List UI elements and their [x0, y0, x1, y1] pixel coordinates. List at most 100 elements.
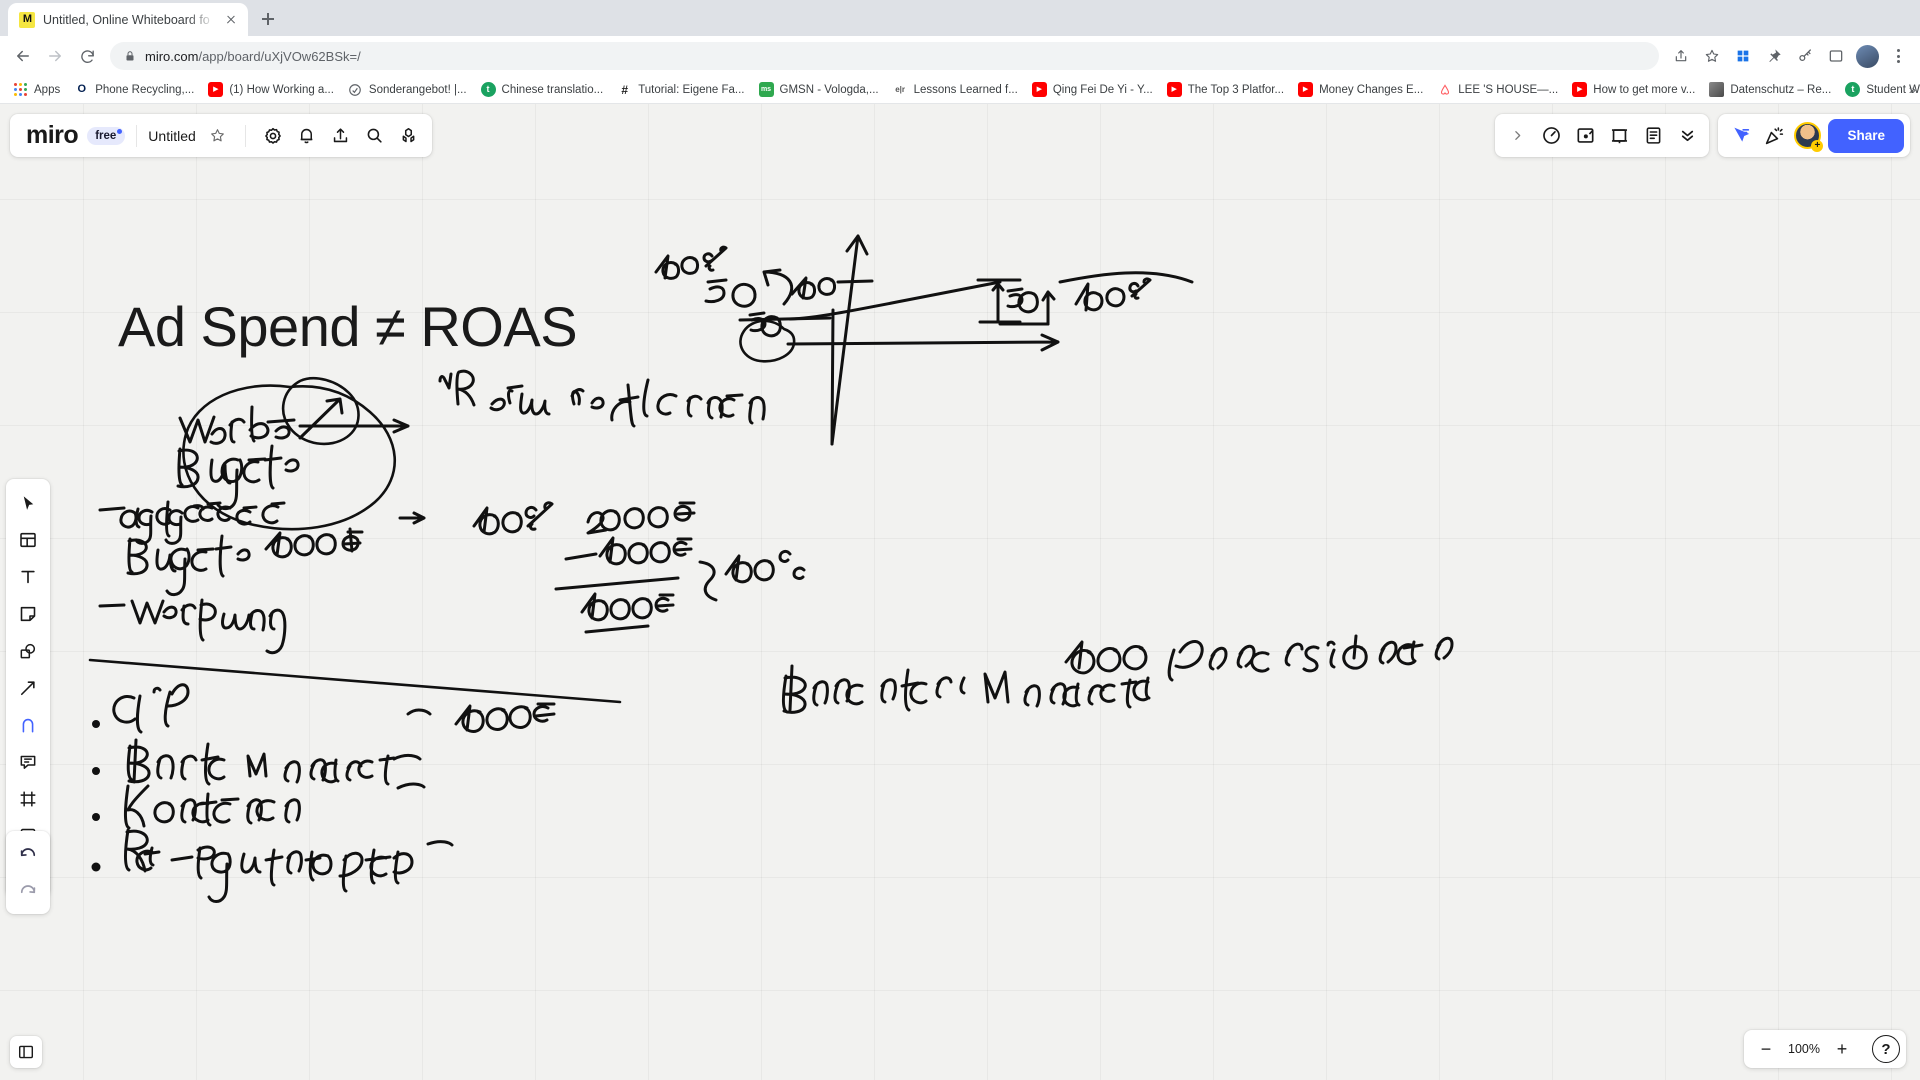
bookmark-item[interactable]: ▶ Qing Fei De Yi - Y... — [1025, 79, 1160, 100]
divider — [136, 124, 138, 147]
bookmark-item[interactable]: ms GMSN - Vologda,... — [752, 79, 886, 100]
favorite-star-icon[interactable] — [202, 120, 234, 152]
collapse-chevron-icon[interactable] — [1501, 120, 1533, 152]
bookmark-item[interactable]: # Tutorial: Eigene Fa... — [610, 79, 751, 100]
zoom-in-button[interactable]: + — [1826, 1033, 1858, 1065]
presentation-icon[interactable] — [1603, 120, 1635, 152]
bookmarks-overflow-icon[interactable]: » — [1909, 82, 1916, 97]
miro-collab-tools: Share — [1718, 114, 1910, 157]
url-text: miro.com/app/board/uXjVOw62BSk=/ — [145, 49, 361, 64]
browser-tab[interactable]: M Untitled, Online Whiteboard fo — [8, 3, 248, 36]
forward-arrow-icon[interactable] — [40, 41, 70, 71]
select-tool[interactable] — [11, 486, 45, 520]
history-bar — [6, 831, 50, 914]
youtube-icon: ▶ — [1031, 82, 1047, 97]
url-path: /app/board/uXjVOw62BSk=/ — [198, 48, 361, 64]
bookmark-label: GMSN - Vologda,... — [779, 83, 879, 96]
bookmark-item[interactable]: Datenschutz – Re... — [1702, 79, 1838, 100]
bookmark-label: Phone Recycling,... — [95, 83, 195, 96]
youtube-icon: ▶ — [1166, 82, 1182, 97]
bookmark-item[interactable]: ▶ (1) How Working a... — [201, 79, 341, 100]
bookmark-item[interactable]: t Chinese translatio... — [474, 79, 611, 100]
share-icon[interactable] — [1667, 42, 1695, 70]
miro-view-tools — [1495, 114, 1710, 157]
comment-tool[interactable] — [11, 745, 45, 779]
profile-avatar[interactable] — [1853, 42, 1881, 70]
search-icon[interactable] — [359, 120, 391, 152]
bookmark-label: Qing Fei De Yi - Y... — [1052, 83, 1153, 96]
frame-icon[interactable] — [1569, 120, 1601, 152]
notifications-bell-icon[interactable] — [291, 120, 323, 152]
redo-icon[interactable] — [11, 874, 45, 908]
bookmark-label: Apps — [34, 83, 61, 96]
text-mark-icon: e|r — [895, 84, 905, 94]
zoom-out-button[interactable]: − — [1750, 1033, 1782, 1065]
settings-gear-icon[interactable] — [257, 120, 289, 152]
address-bar[interactable]: miro.com/app/board/uXjVOw62BSk=/ — [110, 42, 1659, 70]
bookmark-item[interactable]: e|r Lessons Learned f... — [886, 79, 1025, 100]
bookmark-item[interactable]: LEE 'S HOUSE—... — [1430, 79, 1565, 100]
apps-grid-icon — [13, 82, 28, 97]
templates-tool[interactable] — [11, 523, 45, 557]
o2-logo-icon: O — [77, 83, 86, 95]
extension-icon[interactable] — [1729, 42, 1757, 70]
window-icon[interactable] — [1822, 42, 1850, 70]
browser-window: M Untitled, Online Whiteboard fo miro.co… — [0, 0, 1920, 1080]
user-avatar[interactable] — [1794, 122, 1824, 152]
connector-tool[interactable] — [11, 671, 45, 705]
new-tab-button[interactable] — [254, 5, 282, 33]
frame-tool[interactable] — [11, 782, 45, 816]
key-icon[interactable] — [1791, 42, 1819, 70]
photo-icon — [1709, 82, 1725, 97]
bookmark-item[interactable]: O Phone Recycling,... — [67, 79, 201, 100]
upload-icon[interactable] — [325, 120, 357, 152]
bookmark-label: Sonderangebot! |... — [368, 83, 467, 96]
board-title[interactable]: Untitled — [148, 128, 199, 144]
airbnb-icon — [1437, 82, 1452, 97]
back-arrow-icon[interactable] — [8, 41, 38, 71]
kebab-menu-icon[interactable] — [1884, 42, 1912, 70]
bookmark-item[interactable]: tStudent Wants an... — [1838, 79, 1920, 100]
miro-favicon: M — [19, 11, 35, 28]
reload-icon[interactable] — [72, 41, 102, 71]
timer-icon[interactable] — [1535, 120, 1567, 152]
zoom-level[interactable]: 100% — [1784, 1042, 1824, 1056]
panel-toggle-button[interactable] — [10, 1036, 42, 1068]
sticky-note-tool[interactable] — [11, 597, 45, 631]
miro-top-right-toolbar: Share — [1495, 114, 1910, 157]
youtube-icon: ▶ — [208, 82, 224, 97]
help-button[interactable]: ? — [1872, 1035, 1900, 1063]
pin-icon[interactable] — [1760, 42, 1788, 70]
bookmark-label: How to get more v... — [1593, 83, 1696, 96]
share-button[interactable]: Share — [1828, 118, 1904, 153]
bookmark-label: (1) How Working a... — [229, 83, 334, 96]
bookmark-item[interactable]: ▶ The Top 3 Platfor... — [1160, 79, 1291, 100]
bookmark-label: The Top 3 Platfor... — [1187, 83, 1285, 96]
shapes-tool[interactable] — [11, 634, 45, 668]
miro-top-left-toolbar: miro free Untitled — [10, 114, 432, 157]
green-circle-icon: t — [1845, 82, 1861, 97]
apps-icon[interactable] — [393, 120, 425, 152]
bookmark-item[interactable]: Apps — [6, 79, 67, 100]
bookmark-star-icon[interactable] — [1698, 42, 1726, 70]
text-tool[interactable] — [11, 560, 45, 594]
youtube-icon: ▶ — [1298, 82, 1314, 97]
notes-icon[interactable] — [1637, 120, 1669, 152]
pen-tool[interactable] — [11, 708, 45, 742]
bookmarks-bar: Apps O Phone Recycling,... ▶ (1) How Working… — [0, 76, 1920, 104]
url-host: miro.com — [145, 48, 199, 64]
bookmark-item[interactable]: ▶ Money Changes E... — [1291, 79, 1430, 100]
miro-logo[interactable]: miro — [17, 123, 85, 148]
bookmark-label: Lessons Learned f... — [913, 83, 1018, 96]
youtube-icon: ▶ — [1572, 82, 1588, 97]
close-icon[interactable] — [223, 12, 239, 28]
bookmark-item[interactable]: Sonderangebot! |... — [341, 79, 474, 100]
bookmark-item[interactable]: ▶ How to get more v... — [1565, 79, 1702, 100]
undo-icon[interactable] — [11, 837, 45, 871]
lock-icon — [126, 51, 134, 61]
celebrate-icon[interactable] — [1758, 120, 1790, 152]
board-heading: Ad Spend ≠ ROAS — [118, 295, 578, 358]
cursor-share-icon[interactable] — [1724, 120, 1756, 152]
plan-badge[interactable]: free — [87, 126, 126, 145]
more-chevrons-icon[interactable] — [1671, 120, 1703, 152]
